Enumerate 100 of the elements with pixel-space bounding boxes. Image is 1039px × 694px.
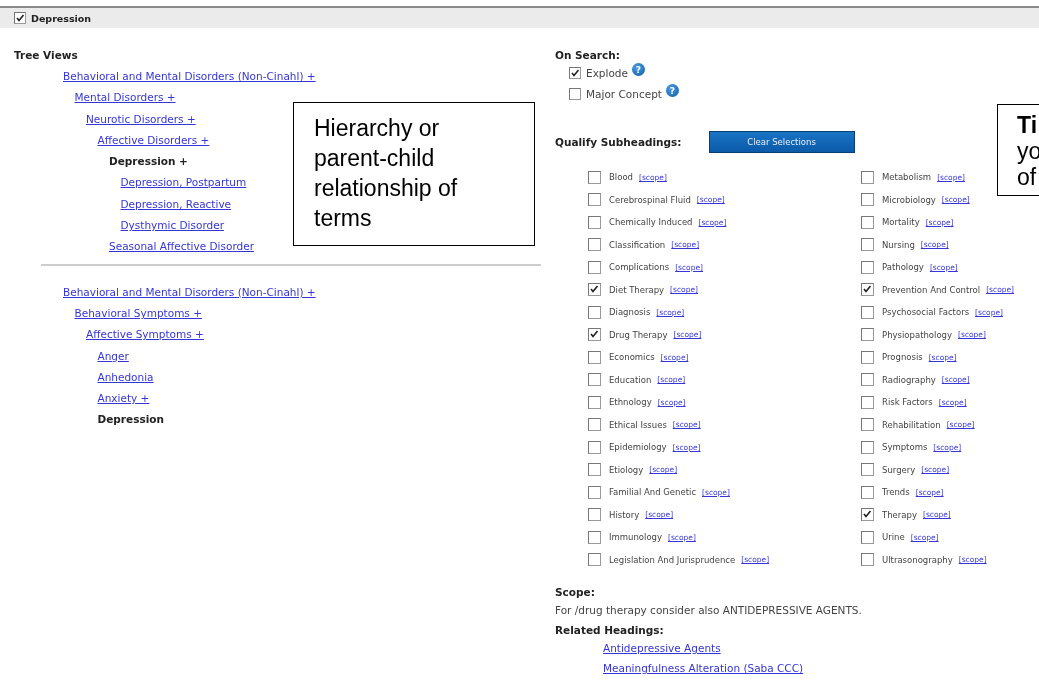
tree-link[interactable]: Affective Disorders + <box>97 133 210 146</box>
checkbox[interactable] <box>569 87 581 100</box>
current-term: Depression + <box>109 155 188 168</box>
checkbox[interactable] <box>861 418 874 432</box>
callout-text: parent-child <box>314 144 436 173</box>
section-title: Tree Views <box>14 49 79 62</box>
tree-link[interactable]: Seasonal Affective Disorder <box>109 240 254 253</box>
checkbox[interactable] <box>588 283 601 297</box>
subheading-label: Therapy <box>882 509 917 520</box>
subheading-label: Trends <box>882 487 910 498</box>
checkbox[interactable] <box>861 395 874 409</box>
subheading-label: Legislation And Jurisprudence <box>609 554 736 565</box>
checkbox[interactable] <box>588 508 601 522</box>
checkbox[interactable] <box>861 553 874 567</box>
callout-text: relationship of <box>314 174 459 203</box>
subheading-label: Physiopathology <box>882 329 953 340</box>
checkbox[interactable] <box>861 260 874 274</box>
checkbox[interactable] <box>588 373 601 387</box>
checkbox[interactable] <box>861 485 874 499</box>
scope-note: For /drug therapy consider also ANTIDEPRESSIVE AGENTS. <box>555 603 863 618</box>
current-term: Depression <box>97 413 164 426</box>
checkbox[interactable] <box>861 463 874 477</box>
checkbox[interactable] <box>588 260 601 274</box>
checkbox[interactable] <box>588 395 601 409</box>
subheading-label: Surgery <box>882 464 916 475</box>
subheading-label: History <box>609 509 640 520</box>
tree-link[interactable]: Depression, Postpartum <box>120 176 247 189</box>
related-heading-link[interactable]: Meaningfulness Alteration (Saba CCC) <box>603 662 804 674</box>
checkbox[interactable] <box>861 508 874 522</box>
subheading-label: Pathology <box>882 262 924 273</box>
checkbox[interactable] <box>861 350 874 364</box>
checkbox[interactable] <box>588 238 601 252</box>
tree-link[interactable]: Dysthymic Disorder <box>120 219 224 232</box>
checkbox[interactable] <box>588 530 601 544</box>
checkbox[interactable] <box>861 373 874 387</box>
tree-link[interactable]: Affective Symptoms + <box>86 328 204 341</box>
subheading-label: Education <box>609 374 652 385</box>
tree-link[interactable]: Anhedonia <box>97 370 154 383</box>
checkbox[interactable] <box>588 485 601 499</box>
checkbox[interactable] <box>588 553 601 567</box>
subheading-label: Urine <box>882 532 905 543</box>
tree-link[interactable]: Behavioral Symptoms + <box>74 306 202 319</box>
checkbox[interactable] <box>14 12 26 24</box>
callout-text: of <box>1017 164 1038 190</box>
checkbox[interactable] <box>861 530 874 544</box>
checkbox[interactable] <box>569 66 581 79</box>
subheading-label: Rehabilitation <box>882 419 941 430</box>
checkbox[interactable] <box>588 328 601 342</box>
subheading-label: Metabolism <box>882 172 932 183</box>
subheading-label: Diagnosis <box>609 307 651 318</box>
tree-link[interactable]: Depression, Reactive <box>120 197 232 210</box>
callout-text: Hierarchy or <box>314 114 441 143</box>
subheading-label: Radiography <box>882 374 936 385</box>
tree-link[interactable]: Neurotic Disorders + <box>86 112 196 125</box>
subheading-label: Blood <box>609 172 633 183</box>
subheading-label: Psychosocial Factors <box>882 307 970 318</box>
subheading-label: Epidemiology <box>609 442 667 453</box>
checkbox[interactable] <box>861 238 874 252</box>
subheading-label: Familial And Genetic <box>609 487 697 498</box>
checkbox[interactable] <box>588 305 601 319</box>
tree-link[interactable]: Mental Disorders + <box>74 91 176 104</box>
checkbox[interactable] <box>861 193 874 207</box>
checkbox[interactable] <box>861 440 874 454</box>
section-title: On Search: <box>555 49 621 62</box>
checkbox[interactable] <box>588 463 601 477</box>
subheading-label: Economics <box>609 352 655 363</box>
checkbox[interactable] <box>588 440 601 454</box>
subheading-label: Ethnology <box>609 397 652 408</box>
subheading-label: Symptoms <box>882 442 928 453</box>
subheading-label: Cerebrospinal Fluid <box>609 194 691 205</box>
checkbox[interactable] <box>861 170 874 184</box>
subheading-label: Drug Therapy <box>609 329 668 340</box>
option-label: Major Concept <box>586 87 662 100</box>
callout-text: terms <box>314 204 373 233</box>
callout-title: Ti <box>1017 112 1039 138</box>
tree-link[interactable]: Behavioral and Mental Disorders (Non-Cinahl) + <box>63 285 316 298</box>
tree-link[interactable]: Anger <box>97 349 129 362</box>
subheading-label: Diet Therapy <box>609 284 665 295</box>
tree-link[interactable]: Behavioral and Mental Disorders (Non-Cinahl) + <box>63 70 316 82</box>
subheading-label: Nursing <box>882 239 915 250</box>
checkbox[interactable] <box>861 283 874 297</box>
checkbox[interactable] <box>588 170 601 184</box>
subheading-label: Complications <box>609 262 670 273</box>
subheading-label: Prognosis <box>882 352 923 363</box>
checkbox[interactable] <box>861 215 874 229</box>
option-label: Explode <box>586 66 628 79</box>
subheading-label: Risk Factors <box>882 397 933 408</box>
checkbox[interactable] <box>588 215 601 229</box>
related-heading-link[interactable]: Antidepressive Agents <box>603 642 721 654</box>
subheading-label: Classification <box>609 239 666 250</box>
tree-link[interactable]: Anxiety + <box>97 392 150 405</box>
subheading-label: Microbiology <box>882 194 936 205</box>
checkbox[interactable] <box>861 328 874 342</box>
checkbox[interactable] <box>588 350 601 364</box>
checkbox[interactable] <box>588 418 601 432</box>
checkbox[interactable] <box>588 193 601 207</box>
term-title: Depression <box>31 12 92 24</box>
section-title: Scope: <box>555 586 596 599</box>
checkbox[interactable] <box>861 305 874 319</box>
clear-selections-button[interactable]: Clear Selections <box>708 131 855 153</box>
